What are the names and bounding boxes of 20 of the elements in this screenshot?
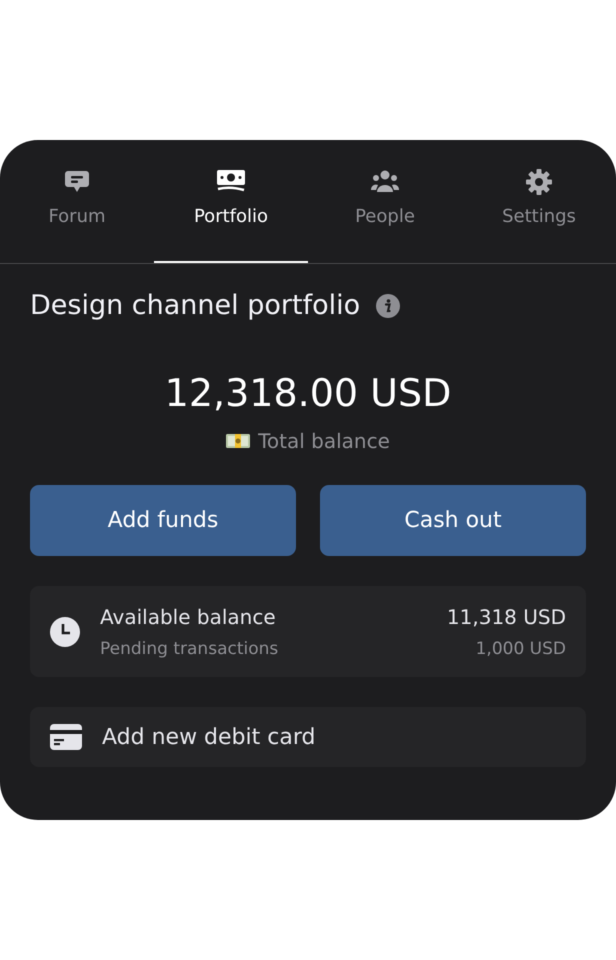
action-button[interactable]: Add funds (30, 485, 296, 556)
clock-icon (50, 616, 80, 646)
tab[interactable]: Forum (0, 140, 154, 263)
tab[interactable]: Settings (462, 140, 616, 263)
page-title: Design channel portfolio (30, 290, 360, 321)
action-button[interactable]: Cash out (320, 485, 586, 556)
settings-icon (525, 168, 553, 196)
add-card-row[interactable]: Add new debit card (30, 707, 586, 767)
tab[interactable]: People (308, 140, 462, 263)
balance-amount: 12,318.00 USD (164, 371, 452, 415)
available-label: Available balance (100, 604, 277, 628)
info-icon[interactable] (376, 294, 400, 318)
banknote-icon (226, 433, 250, 449)
pending-value: 1,000 USD (474, 638, 566, 658)
credit-card-icon (50, 724, 82, 750)
balance-label: Total balance (258, 429, 390, 453)
add-card-label: Add new debit card (102, 724, 316, 750)
tab[interactable]: Portfolio (154, 140, 308, 263)
available-value: 11,318 USD (446, 604, 566, 628)
pending-label: Pending transactions (100, 638, 280, 658)
